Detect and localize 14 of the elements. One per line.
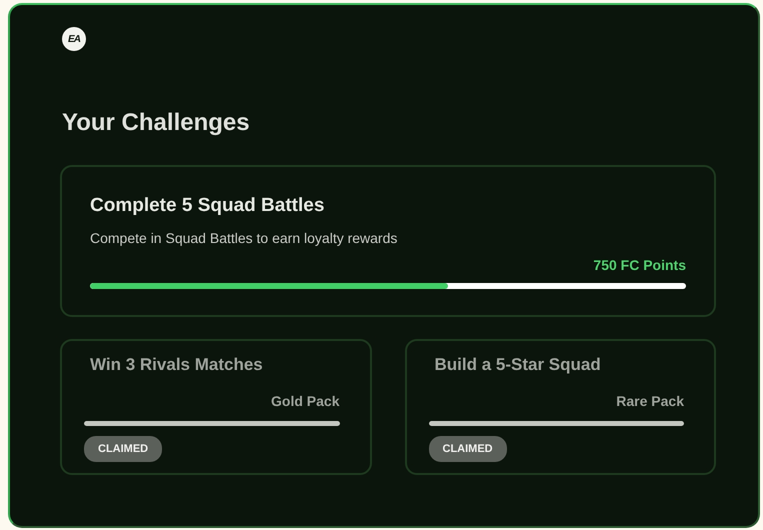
logo-icon: EA bbox=[62, 27, 86, 51]
reward-label: Rare Pack bbox=[615, 393, 684, 409]
challenge-title: Complete 5 Squad Battles bbox=[90, 195, 326, 217]
page-title: Your Challenges bbox=[62, 109, 251, 137]
reward-label: 750 FC Points bbox=[592, 257, 686, 273]
claimed-badge: CLAIMED bbox=[84, 436, 162, 462]
reward-label: Gold Pack bbox=[270, 393, 340, 409]
challenge-card[interactable]: Complete 5 Squad Battles Compete in Squad Battles to earn loyalty rewards 750 FC Points bbox=[60, 165, 716, 317]
claimed-badge: CLAIMED bbox=[428, 436, 507, 462]
challenge-title: Win 3 Rivals Matches bbox=[89, 355, 264, 375]
challenge-description: Compete in Squad Battles to earn loyalty rewards bbox=[90, 230, 398, 246]
challenge-title: Build a 5-Star Squad bbox=[434, 355, 602, 375]
challenge-card[interactable]: Build a 5-Star Squad Rare Pack CLAIMED bbox=[404, 339, 716, 475]
challenge-card[interactable]: Win 3 Rivals Matches Gold Pack CLAIMED bbox=[60, 339, 372, 475]
